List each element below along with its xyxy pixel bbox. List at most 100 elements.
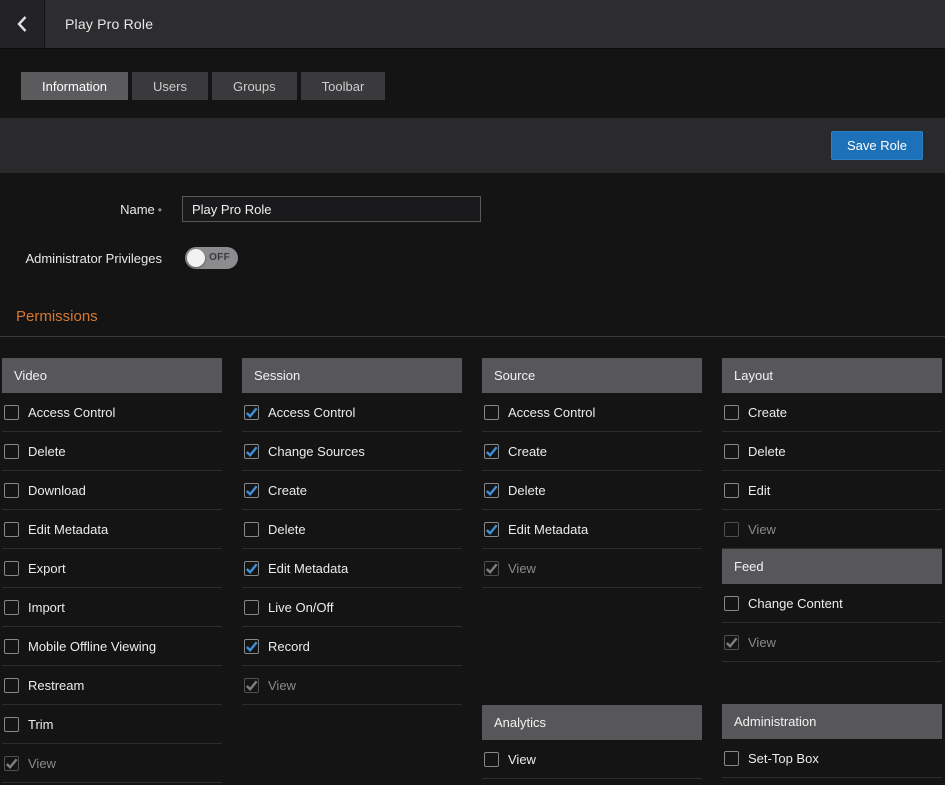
checkbox-source-access-control[interactable] — [484, 405, 499, 420]
group-header-session: Session — [242, 358, 462, 393]
permissions-grid: VideoAccess ControlDeleteDownloadEdit Me… — [0, 358, 945, 783]
permission-row-feed-change-content: Change Content — [722, 584, 942, 623]
checkbox-source-delete[interactable] — [484, 483, 499, 498]
permission-group-administration: AdministrationSet-Top Box — [722, 704, 942, 778]
permission-row-video-export: Export — [2, 549, 222, 588]
admin-privileges-row: Administrator Privileges OFF — [0, 247, 945, 269]
permission-label: Create — [268, 483, 307, 498]
checkbox-analytics-view[interactable] — [484, 752, 499, 767]
permission-row-layout-edit: Edit — [722, 471, 942, 510]
checkbox-session-live-on-off[interactable] — [244, 600, 259, 615]
permission-label: Export — [28, 561, 66, 576]
checkbox-session-edit-metadata[interactable] — [244, 561, 259, 576]
permission-row-source-edit-metadata: Edit Metadata — [482, 510, 702, 549]
checkbox-video-access-control[interactable] — [4, 405, 19, 420]
permission-label: Import — [28, 600, 65, 615]
checkbox-source-view — [484, 561, 499, 576]
permission-label: Edit Metadata — [268, 561, 348, 576]
permission-row-video-download: Download — [2, 471, 222, 510]
checkbox-video-mobile-offline-viewing[interactable] — [4, 639, 19, 654]
checkbox-layout-view — [724, 522, 739, 537]
checkbox-feed-change-content[interactable] — [724, 596, 739, 611]
permission-label: Delete — [748, 444, 786, 459]
tab-groups[interactable]: Groups — [212, 72, 297, 100]
checkbox-session-record[interactable] — [244, 639, 259, 654]
permission-label: Edit — [748, 483, 770, 498]
group-header-feed: Feed — [722, 549, 942, 584]
permissions-heading: Permissions — [16, 308, 945, 325]
top-bar: Play Pro Role — [0, 0, 945, 49]
checkbox-layout-delete[interactable] — [724, 444, 739, 459]
permission-row-feed-view: View — [722, 623, 942, 662]
permission-row-administration-set-top-box: Set-Top Box — [722, 739, 942, 778]
permission-label: Create — [748, 405, 787, 420]
permission-row-video-edit-metadata: Edit Metadata — [2, 510, 222, 549]
name-label-text: Name — [120, 202, 155, 217]
checkbox-video-export[interactable] — [4, 561, 19, 576]
checkbox-video-import[interactable] — [4, 600, 19, 615]
checkbox-source-create[interactable] — [484, 444, 499, 459]
name-field-row: Name• — [0, 196, 945, 222]
permission-label: Set-Top Box — [748, 751, 819, 766]
checkbox-video-edit-metadata[interactable] — [4, 522, 19, 537]
permissions-column: SourceAccess ControlCreateDeleteEdit Met… — [482, 358, 702, 783]
permission-row-session-delete: Delete — [242, 510, 462, 549]
permission-label: Edit Metadata — [508, 522, 588, 537]
permission-label: Mobile Offline Viewing — [28, 639, 156, 654]
tab-information[interactable]: Information — [21, 72, 128, 100]
permission-row-video-import: Import — [2, 588, 222, 627]
permission-row-session-access-control: Access Control — [242, 393, 462, 432]
permission-group-layout: Layout Create Delete Edit View — [722, 358, 942, 549]
checkbox-session-view — [244, 678, 259, 693]
tab-users[interactable]: Users — [132, 72, 208, 100]
permission-row-session-create: Create — [242, 471, 462, 510]
permission-label: Edit Metadata — [28, 522, 108, 537]
checkbox-video-restream[interactable] — [4, 678, 19, 693]
checkbox-administration-set-top-box[interactable] — [724, 751, 739, 766]
checkbox-feed-view — [724, 635, 739, 650]
permission-group-source: SourceAccess ControlCreateDeleteEdit Met… — [482, 358, 702, 588]
group-header-analytics: Analytics — [482, 705, 702, 740]
permission-row-video-trim: Trim — [2, 705, 222, 744]
permission-label: View — [508, 561, 536, 576]
permission-label: Trim — [28, 717, 54, 732]
permission-group-video: VideoAccess ControlDeleteDownloadEdit Me… — [2, 358, 222, 783]
permission-label: Delete — [28, 444, 66, 459]
permission-label: Record — [268, 639, 310, 654]
checkbox-source-edit-metadata[interactable] — [484, 522, 499, 537]
permission-label: Change Content — [748, 596, 843, 611]
name-label: Name• — [0, 202, 162, 217]
permission-label: Access Control — [508, 405, 595, 420]
checkbox-video-download[interactable] — [4, 483, 19, 498]
permission-row-session-live-on-off: Live On/Off — [242, 588, 462, 627]
permission-row-session-edit-metadata: Edit Metadata — [242, 549, 462, 588]
permission-row-layout-view: View — [722, 510, 942, 549]
checkbox-video-trim[interactable] — [4, 717, 19, 732]
checkbox-layout-edit[interactable] — [724, 483, 739, 498]
permission-row-video-mobile-offline-viewing: Mobile Offline Viewing — [2, 627, 222, 666]
permission-group-analytics: AnalyticsView — [482, 705, 702, 779]
action-bar: Save Role — [0, 118, 945, 173]
permissions-column: Layout Create Delete Edit View Feed Change Con… — [722, 358, 942, 783]
page-title: Play Pro Role — [65, 16, 153, 32]
permission-label: View — [748, 522, 776, 537]
checkbox-layout-create[interactable] — [724, 405, 739, 420]
checkbox-session-change-sources[interactable] — [244, 444, 259, 459]
group-header-layout: Layout — [722, 358, 942, 393]
checkbox-session-delete[interactable] — [244, 522, 259, 537]
permission-row-video-access-control: Access Control — [2, 393, 222, 432]
permission-label: View — [748, 635, 776, 650]
toggle-knob-icon — [187, 249, 205, 267]
admin-privileges-toggle[interactable]: OFF — [185, 247, 238, 269]
tab-toolbar[interactable]: Toolbar — [301, 72, 386, 100]
back-button[interactable] — [0, 0, 45, 48]
checkbox-session-create[interactable] — [244, 483, 259, 498]
permission-row-session-record: Record — [242, 627, 462, 666]
name-input[interactable] — [182, 196, 481, 222]
permission-group-feed: Feed Change Content View — [722, 549, 942, 662]
tab-bar: InformationUsersGroupsToolbar — [21, 72, 945, 100]
checkbox-video-delete[interactable] — [4, 444, 19, 459]
checkbox-session-access-control[interactable] — [244, 405, 259, 420]
save-role-button[interactable]: Save Role — [831, 131, 923, 160]
required-marker: • — [158, 203, 162, 217]
